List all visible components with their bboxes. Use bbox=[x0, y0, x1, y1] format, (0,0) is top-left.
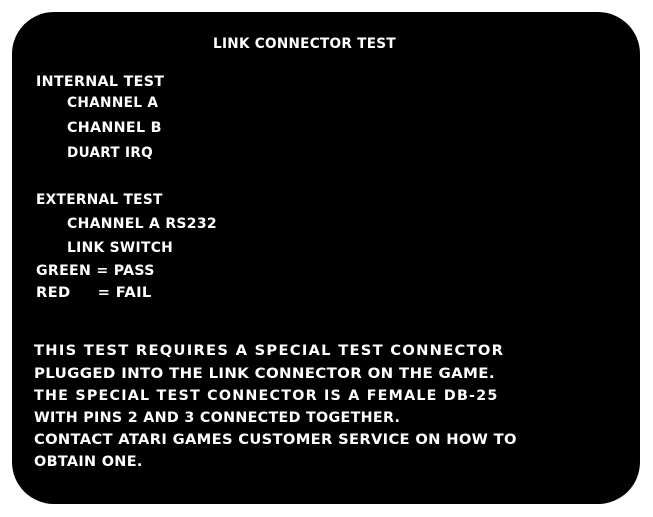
instruction-line: CONTACT ATARI GAMES CUSTOMER SERVICE ON … bbox=[34, 432, 517, 448]
internal-test-item-duart-irq: DUART IRQ bbox=[67, 145, 153, 161]
instruction-line: PLUGGED INTO THE LINK CONNECTOR ON THE G… bbox=[34, 366, 495, 382]
internal-test-item-channel-a: CHANNEL A bbox=[67, 95, 159, 111]
instruction-line: OBTAIN ONE. bbox=[34, 454, 143, 470]
external-test-item-link-switch: LINK SWITCH bbox=[67, 240, 174, 256]
legend-pass: GREEN = PASS bbox=[36, 263, 155, 279]
internal-test-heading: INTERNAL TEST bbox=[36, 74, 165, 90]
screen-title: LINK CONNECTOR TEST bbox=[213, 36, 396, 52]
instruction-line: WITH PINS 2 AND 3 CONNECTED TOGETHER. bbox=[34, 410, 401, 426]
legend-fail: RED = FAIL bbox=[36, 285, 152, 301]
external-test-heading: EXTERNAL TEST bbox=[36, 192, 163, 208]
external-test-item-channel-a-rs232: CHANNEL A RS232 bbox=[67, 216, 217, 232]
internal-test-item-channel-b: CHANNEL B bbox=[67, 120, 162, 136]
test-screen: LINK CONNECTOR TEST INTERNAL TEST CHANNE… bbox=[12, 12, 640, 504]
instruction-line: THE SPECIAL TEST CONNECTOR IS A FEMALE D… bbox=[34, 388, 499, 404]
instruction-line: THIS TEST REQUIRES A SPECIAL TEST CONNEC… bbox=[34, 343, 505, 359]
